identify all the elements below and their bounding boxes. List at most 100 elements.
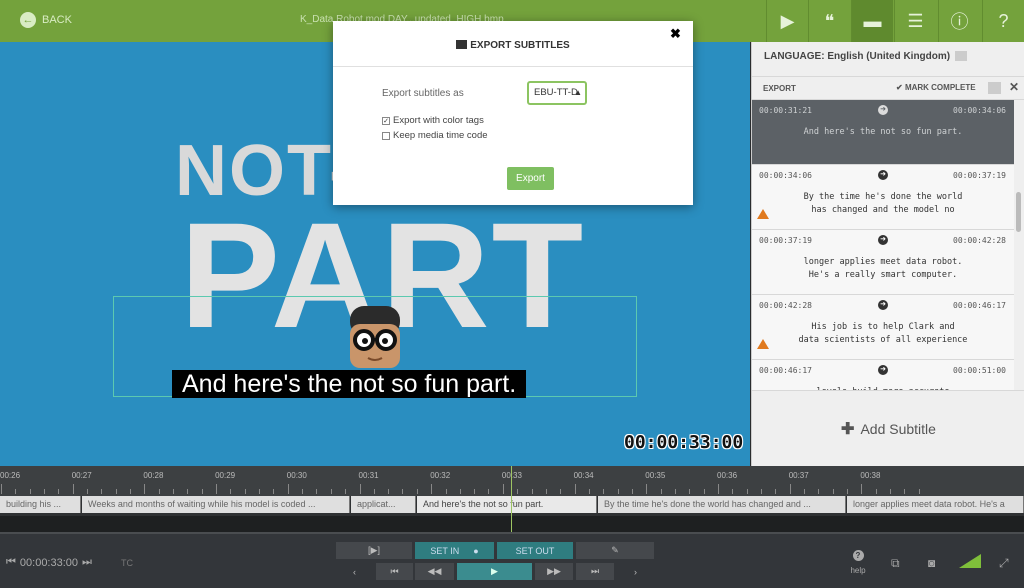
current-time: 00:00:33:00: [19, 556, 79, 569]
cue-end-time[interactable]: 00:00:42:28: [953, 236, 1006, 245]
close-icon[interactable]: ✕: [1009, 80, 1019, 94]
arrow-right-icon[interactable]: ➜: [878, 105, 888, 115]
timeline-tick-mark: [115, 489, 117, 494]
timeline-clip[interactable]: Weeks and months of waiting while his mo…: [82, 496, 350, 513]
current-time-display: ⏮ 00:00:33:00 ⏭: [6, 556, 92, 569]
skip-start-icon[interactable]: ⏮: [376, 563, 413, 580]
cue-item[interactable]: 00:00:31:21 ➜ 00:00:34:06 And here's the no…: [752, 100, 1014, 165]
cue-start-time[interactable]: 00:00:31:21: [759, 106, 812, 115]
panel-settings-icon[interactable]: [988, 82, 1001, 94]
cue-start-time[interactable]: 00:00:46:17: [759, 366, 812, 375]
cast-icon[interactable]: ⧉: [891, 556, 900, 571]
cue-item[interactable]: 00:00:34:06 ➜ 00:00:37:19 By the time he's …: [752, 165, 1014, 230]
cue-start-time[interactable]: 00:00:37:19: [759, 236, 812, 245]
camera-icon[interactable]: ◙: [928, 556, 935, 570]
export-format-value: EBU-TT-D: [534, 87, 578, 98]
cue-end-time[interactable]: 00:00:51:00: [953, 366, 1006, 375]
timeline-tick-mark: [617, 489, 619, 494]
timeline-tick-mark: [388, 489, 390, 494]
subtitles-icon: [456, 40, 468, 49]
arrow-right-icon[interactable]: ➜: [878, 365, 888, 375]
timeline-tick-mark: [603, 489, 605, 494]
cue-text[interactable]: And here's the not so fun part.: [752, 126, 1014, 139]
export-format-select[interactable]: EBU-TT-D ▲: [527, 81, 587, 105]
set-in-button[interactable]: SET IN ●: [415, 542, 494, 559]
color-tags-label: Export with color tags: [393, 115, 484, 126]
timeline-ruler[interactable]: 00:2600:2700:2800:2900:3000:3100:3200:33…: [0, 466, 1024, 496]
cue-start-time[interactable]: 00:00:34:06: [759, 171, 812, 180]
media-timecode-checkbox[interactable]: [382, 131, 390, 140]
timeline-tick-mark: [158, 489, 160, 494]
prev-subtitle-button[interactable]: ‹: [336, 563, 373, 580]
skip-end-icon[interactable]: ⏭: [576, 563, 614, 580]
help-icon[interactable]: ?: [982, 0, 1024, 42]
tc-toggle[interactable]: TC: [121, 558, 133, 568]
color-tags-option[interactable]: ✓ Export with color tags: [382, 115, 484, 126]
play-button[interactable]: ▶: [457, 563, 532, 580]
color-tags-checkbox[interactable]: ✓: [382, 116, 390, 125]
timeline-clip[interactable]: applicat...: [351, 496, 416, 513]
video-timecode: 00:00:33:00: [624, 432, 744, 453]
export-subtitles-dialog: EXPORT SUBTITLES ✖ Export subtitles as E…: [333, 21, 693, 205]
info-icon[interactable]: ⓘ: [938, 0, 980, 42]
help-button[interactable]: ? help: [846, 550, 870, 575]
next-subtitle-button[interactable]: ›: [617, 563, 654, 580]
cue-item[interactable]: 00:00:42:28 ➜ 00:00:46:17 His job is to hel…: [752, 295, 1014, 360]
audio-track[interactable]: [0, 516, 1024, 532]
timeline-tick-label: 00:29: [215, 471, 236, 480]
export-link[interactable]: EXPORT: [763, 84, 796, 93]
timeline-tick-mark: [58, 489, 60, 494]
set-out-button[interactable]: SET OUT: [497, 542, 573, 559]
list-icon[interactable]: ☰: [894, 0, 936, 42]
timeline-clip[interactable]: longer applies meet data robot. He's a: [847, 496, 1024, 513]
prev-frame-icon[interactable]: ⏮: [6, 556, 16, 569]
cue-item[interactable]: 00:00:37:19 ➜ 00:00:42:28 longer applies me…: [752, 230, 1014, 295]
cue-item[interactable]: 00:00:46:17➜00:00:51:00levels build more…: [752, 360, 1014, 390]
timeline-tick-mark: [330, 489, 332, 494]
language-label: LANGUAGE: English (United Kingdom): [764, 51, 951, 62]
play-segment-button[interactable]: [▶]: [336, 542, 412, 559]
cue-list-scrollbar[interactable]: [1016, 192, 1021, 232]
language-selector[interactable]: LANGUAGE: English (United Kingdom): [764, 51, 967, 62]
rewind-icon[interactable]: ◀◀: [415, 563, 454, 580]
timeline-tick-mark: [144, 484, 146, 494]
timeline-tick-mark: [574, 484, 576, 494]
mark-complete-label: MARK COMPLETE: [904, 83, 976, 92]
cue-end-time[interactable]: 00:00:46:17: [953, 301, 1006, 310]
arrow-right-icon[interactable]: ➜: [878, 170, 888, 180]
cue-start-time[interactable]: 00:00:42:28: [759, 301, 812, 310]
quote-icon[interactable]: ❝: [808, 0, 850, 42]
language-dropdown-icon[interactable]: [954, 51, 967, 62]
cue-end-time[interactable]: 00:00:34:06: [953, 106, 1006, 115]
arrow-right-icon[interactable]: ➜: [878, 235, 888, 245]
arrow-right-icon[interactable]: ➜: [878, 300, 888, 310]
timeline-clip[interactable]: building his ...: [0, 496, 81, 513]
cue-end-time[interactable]: 00:00:37:19: [953, 171, 1006, 180]
timeline-tick-mark: [545, 489, 547, 494]
next-frame-icon[interactable]: ⏭: [82, 556, 92, 569]
close-icon[interactable]: ✖: [670, 26, 681, 42]
fast-forward-icon[interactable]: ▶▶: [535, 563, 573, 580]
subtitle-track[interactable]: building his ... Weeks and months of wait…: [0, 496, 1024, 516]
export-button[interactable]: Export: [507, 167, 554, 190]
timeline-tick-label: 00:30: [286, 471, 307, 480]
timeline-clip[interactable]: By the time he's done the world has chan…: [598, 496, 846, 513]
dialog-title-text: EXPORT SUBTITLES: [470, 40, 570, 51]
timeline-tick-mark: [890, 489, 891, 494]
back-button[interactable]: ← BACK: [20, 12, 72, 28]
timeline-tick-label: 00:35: [645, 471, 666, 480]
edit-button[interactable]: ✎: [576, 542, 654, 559]
mark-complete-button[interactable]: ✔ MARK COMPLETE: [896, 83, 976, 92]
timeline-clip[interactable]: And here's the not so fun part.: [417, 496, 597, 513]
fullscreen-icon[interactable]: ⤢: [999, 556, 1009, 571]
cue-text[interactable]: His job is to help Clark and data scient…: [752, 321, 1014, 347]
panel-toolbar: EXPORT ✔ MARK COMPLETE ✕: [752, 76, 1024, 100]
playhead[interactable]: [511, 466, 512, 532]
cue-text[interactable]: longer applies meet data robot. He's a r…: [752, 256, 1014, 282]
timeline-tick-mark: [818, 489, 820, 494]
add-subtitle-button[interactable]: ✚ Add Subtitle: [752, 390, 1024, 466]
cue-text[interactable]: By the time he's done the world has chan…: [752, 191, 1014, 217]
play-icon[interactable]: ▶: [766, 0, 808, 42]
subtitles-icon[interactable]: ▬: [851, 0, 893, 42]
media-timecode-option[interactable]: Keep media time code: [382, 130, 488, 141]
